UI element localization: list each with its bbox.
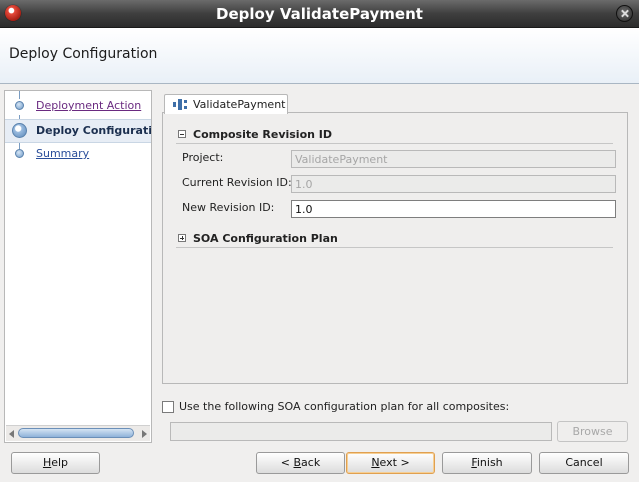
horizontal-scrollbar[interactable] xyxy=(6,425,150,441)
cancel-button[interactable]: Cancel xyxy=(539,452,629,474)
section-title: Composite Revision ID xyxy=(193,128,333,141)
window-title: Deploy ValidatePayment xyxy=(216,5,423,23)
finish-label-post: inish xyxy=(476,456,503,469)
scroll-left-icon[interactable] xyxy=(9,430,14,438)
back-mnemonic: B xyxy=(293,456,302,469)
close-icon[interactable] xyxy=(616,5,633,22)
project-label: Project: xyxy=(182,151,224,164)
new-revision-field[interactable] xyxy=(291,200,616,218)
title-bar[interactable]: Deploy ValidatePayment xyxy=(0,0,639,28)
scrollbar-thumb[interactable] xyxy=(18,428,134,438)
tab-label: ValidatePayment xyxy=(193,98,286,111)
page-title: Deploy Configuration xyxy=(9,46,158,62)
next-mnemonic: N xyxy=(371,456,380,469)
help-mnemonic: H xyxy=(42,456,52,469)
step-marker-icon xyxy=(15,149,24,158)
new-revision-label: New Revision ID: xyxy=(182,201,275,214)
current-step-marker-icon xyxy=(12,123,27,138)
step-label[interactable]: Summary xyxy=(36,147,89,160)
current-revision-field xyxy=(291,175,616,193)
current-revision-label: Current Revision ID: xyxy=(182,176,292,189)
use-plan-checkbox[interactable] xyxy=(162,401,174,413)
composite-revision-section-header[interactable]: Composite Revision ID xyxy=(176,127,613,144)
use-plan-label[interactable]: Use the following SOA configuration plan… xyxy=(179,400,509,413)
tab-validatepayment[interactable]: ValidatePayment xyxy=(164,94,288,114)
next-label-post: ext > xyxy=(379,456,410,469)
step-summary[interactable]: Summary xyxy=(5,143,151,165)
plan-path-field xyxy=(170,422,552,441)
section-title: SOA Configuration Plan xyxy=(193,232,338,245)
back-label-pre: < xyxy=(280,456,294,469)
help-label-post: elp xyxy=(51,456,69,469)
back-button[interactable]: < Back xyxy=(256,452,345,474)
step-label: Deploy Configuration xyxy=(36,124,152,137)
project-field xyxy=(291,150,616,168)
page-header: Deploy Configuration xyxy=(0,28,639,84)
soa-configuration-plan-section-header[interactable]: SOA Configuration Plan xyxy=(176,231,613,248)
browse-button: Browse xyxy=(557,421,628,442)
step-label[interactable]: Deployment Action xyxy=(36,99,141,112)
expand-icon[interactable] xyxy=(178,234,186,242)
step-deploy-configuration[interactable]: Deploy Configuration xyxy=(5,119,151,143)
steps-navigation: Deployment Action Deploy Configuration S… xyxy=(4,90,152,443)
scroll-right-icon[interactable] xyxy=(142,430,147,438)
collapse-icon[interactable] xyxy=(178,130,186,138)
step-deployment-action[interactable]: Deployment Action xyxy=(5,95,151,117)
next-button[interactable]: Next > xyxy=(346,452,435,474)
help-button[interactable]: Help xyxy=(11,452,100,474)
back-label-post: ack xyxy=(301,456,321,469)
step-marker-icon xyxy=(15,101,24,110)
finish-button[interactable]: Finish xyxy=(442,452,532,474)
composite-icon xyxy=(173,99,187,110)
